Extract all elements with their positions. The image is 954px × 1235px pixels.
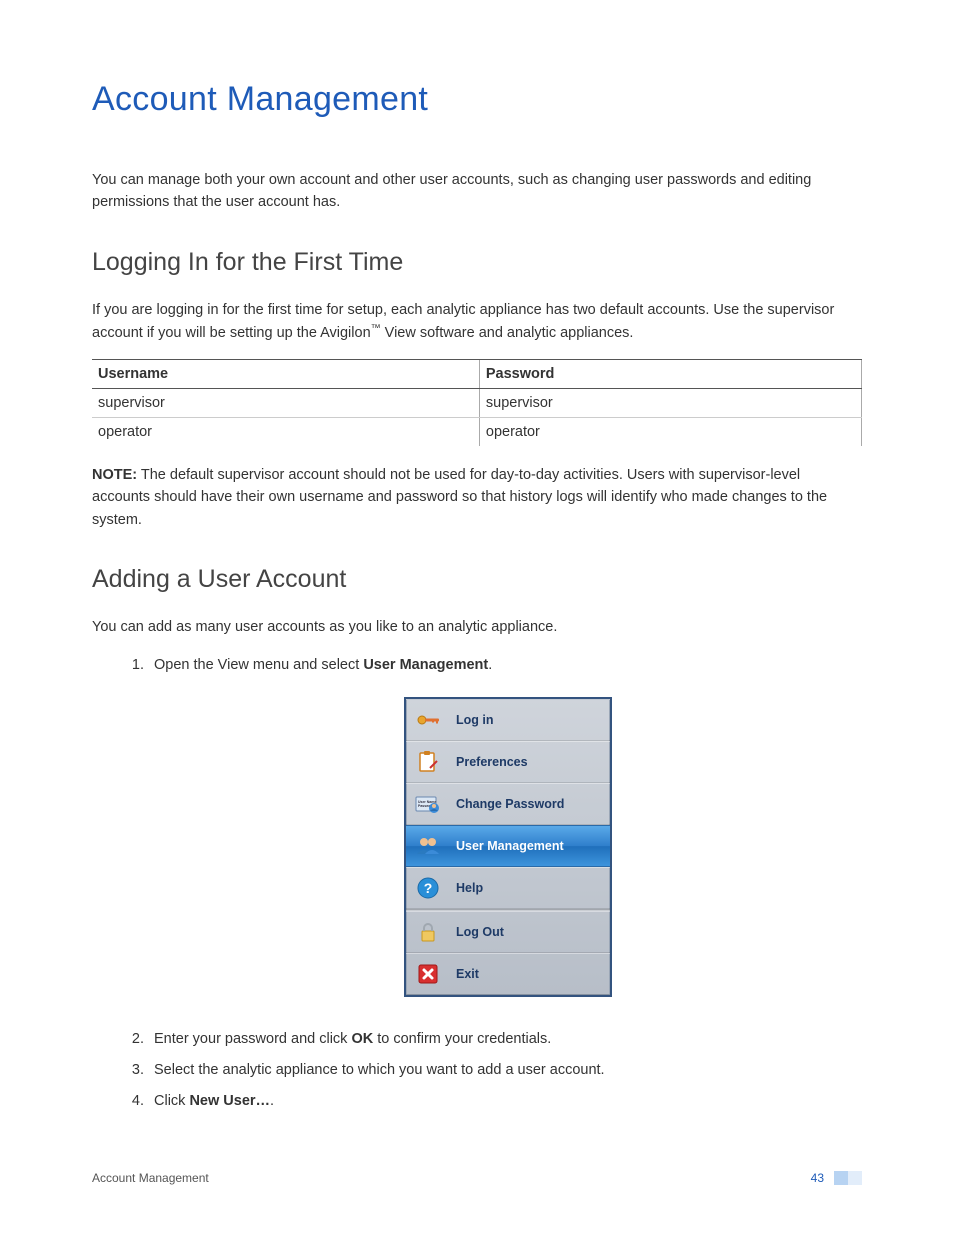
menu-item-change-password[interactable]: User NamePassword Change Password: [406, 783, 610, 825]
text: Click: [154, 1093, 189, 1109]
menu-label: Preferences: [456, 752, 528, 773]
menu-item-preferences[interactable]: Preferences: [406, 741, 610, 783]
cell-password: operator: [479, 417, 861, 446]
text: to confirm your credentials.: [373, 1031, 551, 1047]
menu-item-exit[interactable]: Exit: [406, 953, 610, 995]
users-icon: [414, 832, 442, 860]
table-row: operator operator: [92, 417, 862, 446]
table-header-username: Username: [92, 359, 479, 388]
cell-username: operator: [92, 417, 479, 446]
text: View software and analytic appliances.: [381, 325, 634, 341]
menu-item-help[interactable]: ? Help: [406, 867, 610, 909]
step-2: Enter your password and click OK to conf…: [148, 1027, 862, 1052]
footer-decoration: [834, 1171, 862, 1185]
section-heading-adduser: Adding a User Account: [92, 565, 862, 594]
adduser-paragraph: You can add as many user accounts as you…: [92, 616, 862, 638]
cell-password: supervisor: [479, 388, 861, 417]
table-header-password: Password: [479, 359, 861, 388]
clipboard-icon: [414, 748, 442, 776]
view-menu: Log in Preferences User NamePassword Cha…: [404, 697, 612, 997]
credentials-table: Username Password supervisor supervisor …: [92, 359, 862, 446]
table-row: supervisor supervisor: [92, 388, 862, 417]
footer-section-name: Account Management: [92, 1171, 209, 1185]
text: .: [488, 657, 492, 673]
trademark-symbol: ™: [371, 323, 381, 334]
cell-username: supervisor: [92, 388, 479, 417]
note-label: NOTE:: [92, 467, 137, 483]
text: Open the View menu and select: [154, 657, 363, 673]
intro-paragraph: You can manage both your own account and…: [92, 169, 862, 214]
step-1: Open the View menu and select User Manag…: [148, 653, 862, 998]
menu-screenshot: Log in Preferences User NamePassword Cha…: [154, 697, 862, 997]
note-paragraph: NOTE: The default supervisor account sho…: [92, 464, 862, 531]
menu-label: Change Password: [456, 794, 564, 815]
text: .: [270, 1093, 274, 1109]
menu-label: Exit: [456, 964, 479, 985]
close-icon: [414, 960, 442, 988]
menu-label: Log Out: [456, 922, 504, 943]
text: Enter your password and click: [154, 1031, 351, 1047]
footer-page-number: 43: [811, 1171, 824, 1185]
menu-item-login[interactable]: Log in: [406, 699, 610, 741]
svg-text:?: ?: [424, 880, 433, 896]
note-text: The default supervisor account should no…: [92, 467, 827, 528]
menu-label: Log in: [456, 710, 494, 731]
step-3: Select the analytic appliance to which y…: [148, 1058, 862, 1083]
text-bold: OK: [351, 1031, 373, 1047]
text-bold: New User…: [189, 1093, 270, 1109]
step-4: Click New User….: [148, 1089, 862, 1114]
text-bold: User Management: [363, 657, 488, 673]
lock-icon: [414, 918, 442, 946]
section-heading-login: Logging In for the First Time: [92, 248, 862, 277]
menu-label: User Management: [456, 836, 564, 857]
page-title: Account Management: [92, 80, 862, 119]
menu-label: Help: [456, 878, 483, 899]
menu-item-logout[interactable]: Log Out: [406, 911, 610, 953]
help-icon: ?: [414, 874, 442, 902]
page-footer: Account Management 43: [92, 1171, 862, 1185]
document-page: Account Management You can manage both y…: [0, 0, 954, 1235]
menu-item-user-management[interactable]: User Management: [406, 825, 610, 867]
login-paragraph: If you are logging in for the first time…: [92, 299, 862, 345]
key-icon: [414, 706, 442, 734]
password-card-icon: User NamePassword: [414, 790, 442, 818]
steps-list: Open the View menu and select User Manag…: [92, 653, 862, 1114]
